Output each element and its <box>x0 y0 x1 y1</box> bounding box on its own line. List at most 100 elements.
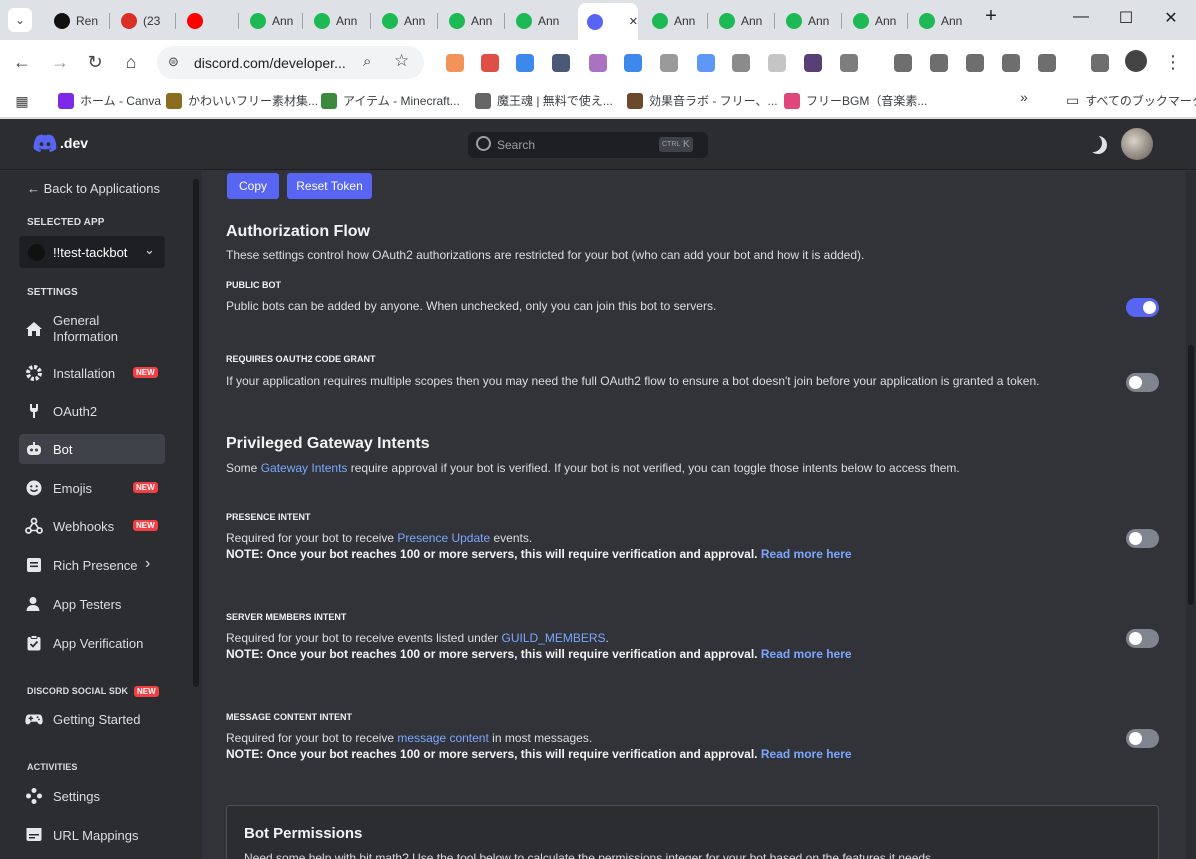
extensions-puzzle-icon[interactable] <box>840 54 858 72</box>
site-info-icon[interactable]: ⊜ <box>168 54 179 70</box>
gateway-intents-link[interactable]: Gateway Intents <box>261 461 348 475</box>
menu-icon[interactable]: ⋮ <box>1161 50 1185 74</box>
extension-red-icon[interactable] <box>481 54 499 72</box>
message-content-link[interactable]: message content <box>397 731 488 745</box>
new-tab-button[interactable]: + <box>976 5 1006 28</box>
forward-icon[interactable]: → <box>48 50 72 74</box>
main-scrollbar[interactable] <box>1186 171 1196 859</box>
tab-3[interactable]: Ann <box>241 7 303 34</box>
media-control-icon[interactable] <box>1091 54 1109 72</box>
sidebar-item-label: Getting Started <box>53 711 141 727</box>
bookmark-favicon-icon <box>475 92 491 109</box>
code-grant-toggle[interactable] <box>1126 373 1159 392</box>
sidebar-item-emojis[interactable]: Emojis NEW <box>19 473 165 503</box>
tab-12[interactable]: Ann <box>844 7 906 34</box>
reset-token-button[interactable]: Reset Token <box>287 173 372 199</box>
read-more-link[interactable]: Read more here <box>761 647 852 661</box>
sidebar-item-activity-settings[interactable]: Settings <box>19 781 165 811</box>
tab-5[interactable]: Ann <box>373 7 435 34</box>
reload-icon[interactable]: ↻ <box>83 50 107 74</box>
extension-chat-icon[interactable] <box>732 54 750 72</box>
extension-vs-icon[interactable] <box>804 54 822 72</box>
tab-2[interactable] <box>178 7 240 34</box>
home-icon[interactable]: ⌂ <box>119 50 143 74</box>
sidebar-item-installation[interactable]: Installation NEW <box>19 358 165 388</box>
bookmark-item[interactable]: ホーム - Canva <box>58 92 161 109</box>
extension-wifi-icon[interactable] <box>624 54 642 72</box>
bookmark-item[interactable]: かわいいフリー素材集... <box>166 92 318 109</box>
copy-token-button[interactable]: Copy <box>227 173 279 199</box>
extension-star-icon[interactable] <box>768 54 786 72</box>
extension-orange-icon[interactable] <box>446 54 464 72</box>
cast-icon[interactable] <box>966 54 984 72</box>
address-bar[interactable]: ⊜ discord.com/developer... ⌕ ☆ <box>157 46 424 79</box>
message-content-intent-toggle[interactable] <box>1126 729 1159 748</box>
minimize-button[interactable]: — <box>1066 8 1096 26</box>
bookmark-item[interactable]: 効果音ラボ - フリー、... <box>627 92 778 109</box>
extension-screen-icon[interactable] <box>660 54 678 72</box>
guild-members-link[interactable]: GUILD_MEMBERS <box>501 631 605 645</box>
close-tab-icon[interactable]: ✕ <box>629 15 638 28</box>
tab-1[interactable]: (23 <box>112 7 174 34</box>
dots-cross-icon <box>25 787 43 805</box>
portal-search[interactable]: Search CTRL K <box>468 132 708 158</box>
sidebar-item-bot[interactable]: Bot <box>19 434 165 464</box>
sidebar-item-general-information[interactable]: General Information <box>19 312 165 346</box>
passwords-key-icon[interactable] <box>894 54 912 72</box>
profile-avatar[interactable] <box>1125 50 1147 72</box>
scrollbar-thumb[interactable] <box>1188 345 1194 605</box>
theme-moon-icon[interactable] <box>1089 136 1107 154</box>
bookmark-item[interactable]: 魔王魂 | 無料で使え... <box>475 92 613 109</box>
sidebar-item-oauth2[interactable]: OAuth2 <box>19 396 165 426</box>
tab-9[interactable]: Ann <box>643 7 705 34</box>
discord-dev-logo[interactable]: .dev <box>33 134 88 152</box>
sidebar-item-url-mappings[interactable]: URL Mappings <box>19 820 165 850</box>
tab-7[interactable]: Ann <box>507 7 569 34</box>
sidebar-item-app-verification[interactable]: App Verification <box>19 628 165 658</box>
zoom-icon[interactable]: ⌕ <box>363 53 371 70</box>
new-badge: NEW <box>133 482 158 493</box>
all-bookmarks-folder[interactable]: ▭ すべてのブックマーク <box>1066 92 1196 109</box>
sidebar-scrollbar[interactable] <box>193 179 199 687</box>
tab-11[interactable]: Ann <box>777 7 839 34</box>
translate-page-icon[interactable] <box>930 54 948 72</box>
tab-search-chevron-icon[interactable]: ⌄ <box>8 8 32 32</box>
extension-ring-icon[interactable] <box>589 54 607 72</box>
bookmark-item[interactable]: アイテム - Minecraft... <box>321 92 460 109</box>
sidebar-item-app-testers[interactable]: App Testers <box>19 589 165 619</box>
tab-4[interactable]: Ann <box>305 7 367 34</box>
side-panel-icon[interactable] <box>1002 54 1020 72</box>
bookmark-star-icon[interactable]: ☆ <box>394 51 409 71</box>
sidebar-item-webhooks[interactable]: Webhooks NEW <box>19 511 165 541</box>
extension-blue-circle-icon[interactable] <box>516 54 534 72</box>
read-more-link[interactable]: Read more here <box>761 747 852 761</box>
server-members-intent-toggle[interactable] <box>1126 629 1159 648</box>
app-selector[interactable]: !!test-tackbot ⌄ <box>19 236 165 268</box>
extension-r-icon[interactable] <box>552 54 570 72</box>
bookmark-item[interactable]: フリーBGM（音楽素... <box>784 92 927 109</box>
sidebar-item-rich-presence[interactable]: Rich Presence › <box>19 550 165 580</box>
extension-translate-icon[interactable] <box>697 54 715 72</box>
tab-8[interactable]: ✕ <box>578 3 638 40</box>
tab-6[interactable]: Ann <box>440 7 502 34</box>
maximize-button[interactable]: ☐ <box>1111 8 1141 28</box>
read-more-link[interactable]: Read more here <box>761 547 852 561</box>
download-icon[interactable] <box>1038 54 1056 72</box>
tab-10[interactable]: Ann <box>710 7 772 34</box>
back-to-applications-link[interactable]: ← Back to Applications <box>27 181 160 196</box>
presence-update-link[interactable]: Presence Update <box>397 531 490 545</box>
presence-intent-toggle[interactable] <box>1126 529 1159 548</box>
sidebar-item-getting-started[interactable]: Getting Started <box>19 704 165 734</box>
close-window-button[interactable]: ✕ <box>1156 8 1186 28</box>
tab-13[interactable]: Ann <box>910 7 972 34</box>
bookmarks-overflow-button[interactable]: » <box>1020 89 1028 105</box>
apps-grid-icon[interactable]: ▦ <box>10 89 34 113</box>
back-icon[interactable]: ← <box>10 50 34 74</box>
tab-separator <box>907 13 908 29</box>
toggle-knob <box>1143 301 1156 314</box>
tab-0[interactable]: Ren <box>45 7 107 34</box>
tab-favicon-icon <box>652 12 668 29</box>
public-bot-toggle[interactable] <box>1126 298 1159 317</box>
user-avatar[interactable] <box>1121 128 1153 160</box>
chevron-down-icon: ⌄ <box>144 242 155 257</box>
